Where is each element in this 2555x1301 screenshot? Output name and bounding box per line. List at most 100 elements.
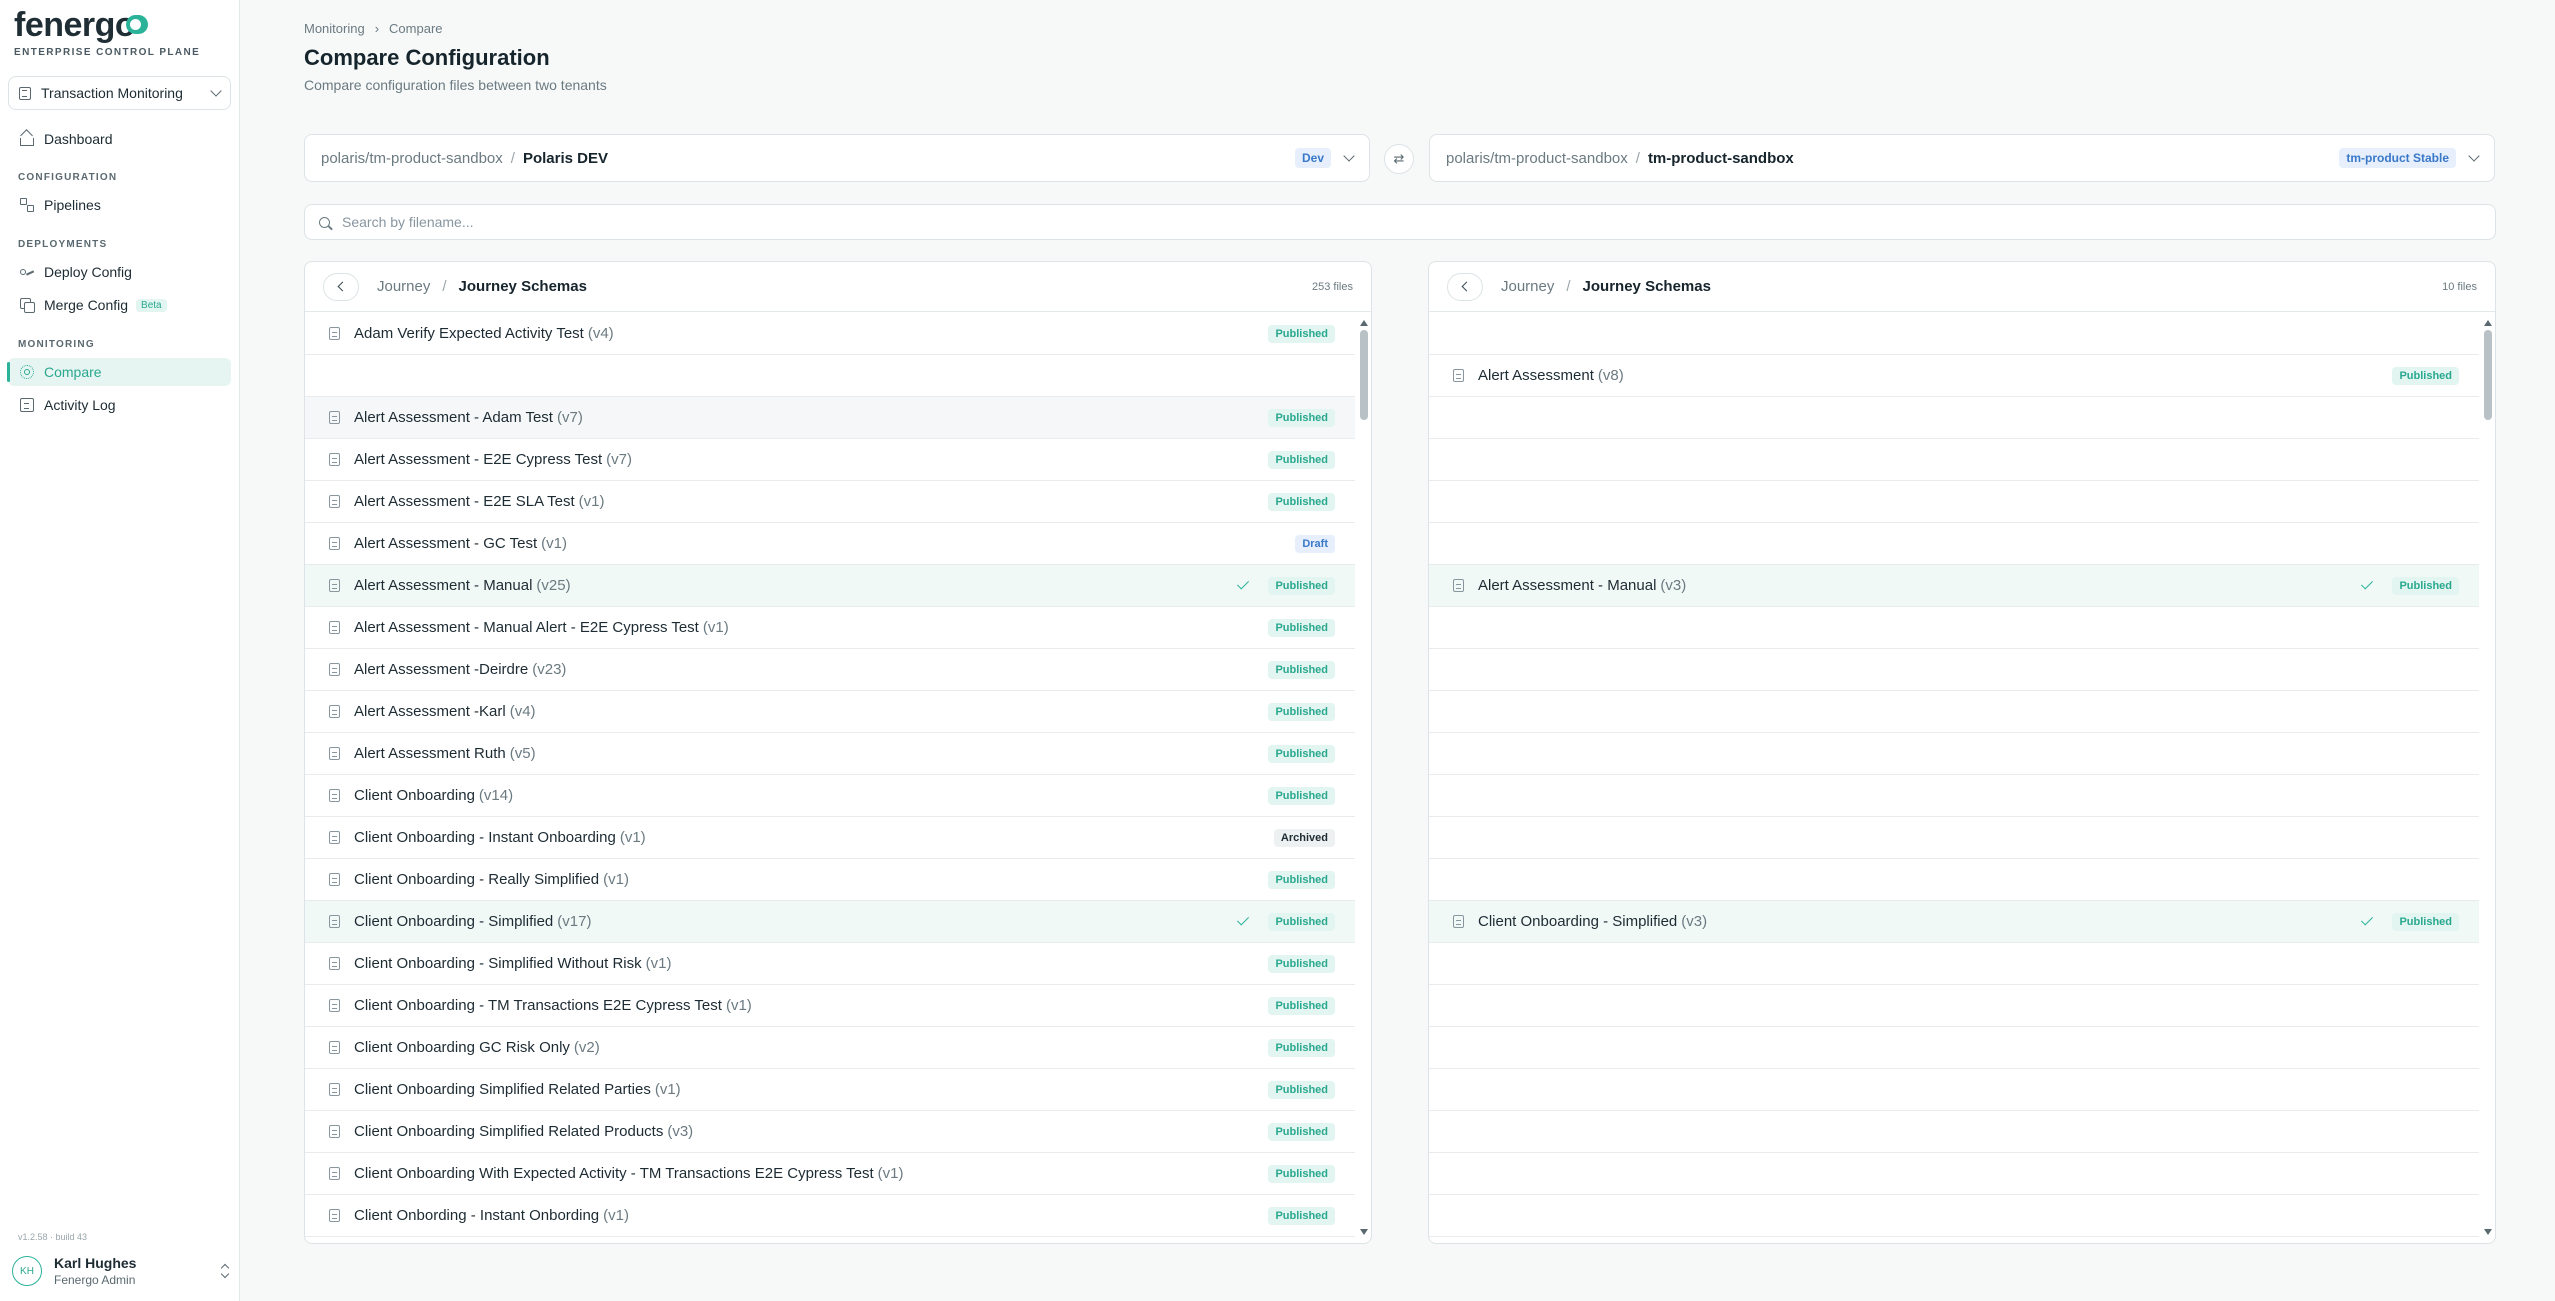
search-input[interactable] xyxy=(342,214,2495,230)
file-row[interactable]: Alert Assessment - Manual (v3) Published xyxy=(1429,565,2479,607)
status-badge: Published xyxy=(1268,786,1335,805)
file-row[interactable]: Client Onboarding - Simplified (v3) Publis… xyxy=(1429,901,2479,943)
empty-row xyxy=(1429,943,2479,985)
tenant-selector[interactable]: Transaction Monitoring xyxy=(8,76,231,110)
empty-row xyxy=(1429,1153,2479,1195)
left-scrollbar[interactable] xyxy=(1360,320,1368,1235)
file-title: Alert Assessment -Karl xyxy=(354,703,506,720)
sidebar-item-deploy-config[interactable]: Deploy Config xyxy=(8,258,231,286)
file-version: (v25) xyxy=(536,577,571,594)
empty-row xyxy=(1429,439,2479,481)
file-icon xyxy=(329,327,340,340)
status-badge: Published xyxy=(1268,954,1335,973)
scroll-up-icon[interactable] xyxy=(2484,320,2492,326)
file-name: Client Onbording - Instant Onbording (v1) xyxy=(354,1207,1268,1224)
right-tenant-picker[interactable]: polaris/tm-product-sandbox / tm-product-… xyxy=(1429,134,2495,182)
user-menu[interactable]: KH Karl Hughes Fenergo Admin xyxy=(12,1250,230,1292)
file-version: (v7) xyxy=(606,451,632,468)
left-tenant-badge: Dev xyxy=(1294,148,1331,168)
file-row[interactable]: Client Onboarding - Really Simplified (v1… xyxy=(305,859,1355,901)
sidebar-item-merge-config[interactable]: Merge Config Beta xyxy=(8,291,231,319)
logo-toggle-icon xyxy=(126,15,148,34)
left-scroll-thumb[interactable] xyxy=(1360,330,1368,420)
file-row[interactable]: Alert Assessment - Adam Test (v7) Publishe… xyxy=(305,397,1355,439)
file-row[interactable]: Client Onboarding GC Risk Only (v2) Publis… xyxy=(305,1027,1355,1069)
path-separator: / xyxy=(1635,149,1640,167)
right-scrollbar[interactable] xyxy=(2484,320,2492,1235)
file-icon xyxy=(329,579,340,592)
file-row[interactable]: Client Onbording - Instant Onbording (v1)… xyxy=(305,1195,1355,1237)
file-row[interactable]: Client Onboarding - Simplified Without R… xyxy=(305,943,1355,985)
sidebar-item-pipelines[interactable]: Pipelines xyxy=(8,191,231,219)
empty-row xyxy=(1429,859,2479,901)
file-title: Alert Assessment - GC Test xyxy=(354,535,538,552)
scroll-up-icon[interactable] xyxy=(1360,320,1368,326)
search-icon xyxy=(319,216,330,228)
sidebar-item-label: Compare xyxy=(44,364,102,380)
left-back-button[interactable] xyxy=(323,272,359,301)
file-row[interactable]: Client Onboarding Simplified Related Pro… xyxy=(305,1111,1355,1153)
right-panel-root[interactable]: Journey xyxy=(1501,278,1554,295)
chevron-left-icon xyxy=(1461,281,1472,292)
file-row[interactable]: Alert Assessment - Manual (v25) Published xyxy=(305,565,1355,607)
file-row[interactable]: Client Onboarding With Expected Activity… xyxy=(305,1153,1355,1195)
file-title: Client Onboarding GC Risk Only xyxy=(354,1039,570,1056)
status-badge: Published xyxy=(2392,366,2459,385)
file-icon xyxy=(329,705,340,718)
file-row[interactable]: Client Onboarding - TM Transactions E2E … xyxy=(305,985,1355,1027)
file-row[interactable]: Adam Verify Expected Activity Test (v4) Pu… xyxy=(305,313,1355,355)
file-row[interactable]: Alert Assessment - E2E SLA Test (v1) Publi… xyxy=(305,481,1355,523)
sidebar-item-dashboard[interactable]: Dashboard xyxy=(8,125,231,153)
file-row[interactable]: Client Onboarding - Simplified (v17) Publi… xyxy=(305,901,1355,943)
file-icon xyxy=(1453,915,1464,928)
path-separator: / xyxy=(510,149,515,167)
scroll-down-icon[interactable] xyxy=(2484,1229,2492,1235)
file-row[interactable]: Alert Assessment (v8) Published xyxy=(1429,355,2479,397)
breadcrumb-monitoring[interactable]: Monitoring xyxy=(304,21,365,36)
file-row[interactable]: Alert Assessment - E2E Cypress Test (v7) P… xyxy=(305,439,1355,481)
status-badge: Published xyxy=(1268,492,1335,511)
left-panel-header: Journey / Journey Schemas 253 files xyxy=(305,262,1371,312)
left-panel-root[interactable]: Journey xyxy=(377,278,430,295)
sidebar-item-activity-log[interactable]: Activity Log xyxy=(8,391,231,419)
empty-row xyxy=(1429,775,2479,817)
file-title: Client Onboarding - Simplified xyxy=(1478,913,1678,930)
file-row[interactable]: Alert Assessment Ruth (v5) Published xyxy=(305,733,1355,775)
file-title: Client Onboarding Simplified Related Pro… xyxy=(354,1123,664,1140)
file-row[interactable]: Alert Assessment - Manual Alert - E2E Cy… xyxy=(305,607,1355,649)
file-row[interactable]: Alert Assessment -Deirdre (v23) Published xyxy=(305,649,1355,691)
file-title: Alert Assessment - E2E Cypress Test xyxy=(354,451,603,468)
empty-row xyxy=(1429,607,2479,649)
path-separator: / xyxy=(1566,278,1571,295)
right-tenant-name: tm-product-sandbox xyxy=(1647,149,1794,167)
user-name: Karl Hughes xyxy=(54,1255,137,1271)
file-title: Alert Assessment - Adam Test xyxy=(354,409,553,426)
right-tenant-badge: tm-product Stable xyxy=(2339,148,2456,168)
file-row[interactable]: Alert Assessment -Karl (v4) Published xyxy=(305,691,1355,733)
brand-logo[interactable]: fenergo xyxy=(14,6,136,45)
right-scroll-thumb[interactable] xyxy=(2484,330,2492,420)
empty-row xyxy=(1429,481,2479,523)
status-badge: Draft xyxy=(1295,534,1335,553)
file-row[interactable]: Alert Assessment - GC Test (v1) Draft xyxy=(305,523,1355,565)
file-version: (v8) xyxy=(1597,367,1624,384)
home-icon xyxy=(20,137,34,146)
file-title: Alert Assessment -Deirdre xyxy=(354,661,529,678)
file-row[interactable]: Client Onboarding Simplified Related Par… xyxy=(305,1069,1355,1111)
file-name: Alert Assessment - Adam Test (v7) xyxy=(354,409,1268,426)
file-row[interactable]: Client Onboarding - Instant Onboarding (v… xyxy=(305,817,1355,859)
file-version: (v2) xyxy=(573,1039,600,1056)
file-title: Client Onboarding - Simplified xyxy=(354,913,554,930)
left-panel-folder: Journey Schemas xyxy=(458,278,587,295)
file-version: (v1) xyxy=(702,619,729,636)
left-file-list: Adam Verify Expected Activity Test (v4) Pu… xyxy=(305,313,1355,1237)
scroll-down-icon[interactable] xyxy=(1360,1229,1368,1235)
right-back-button[interactable] xyxy=(1447,272,1483,301)
swap-tenants-button[interactable]: ⇄ xyxy=(1384,144,1414,174)
file-name: Alert Assessment - Manual (v25) xyxy=(354,577,1240,594)
breadcrumb-compare: Compare xyxy=(389,21,443,36)
file-name: Alert Assessment Ruth (v5) xyxy=(354,745,1268,762)
sidebar-item-compare[interactable]: Compare xyxy=(7,358,231,386)
file-row[interactable]: Client Onboarding (v14) Published xyxy=(305,775,1355,817)
left-tenant-picker[interactable]: polaris/tm-product-sandbox / Polaris DEV… xyxy=(304,134,1370,182)
